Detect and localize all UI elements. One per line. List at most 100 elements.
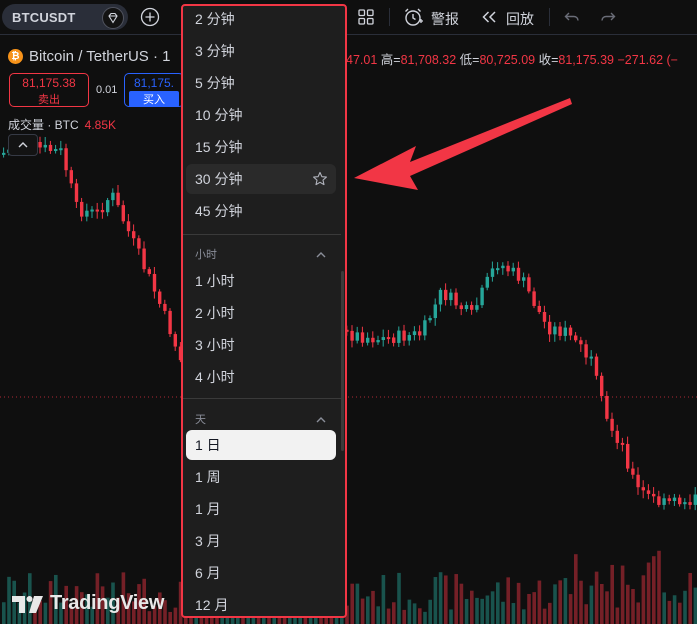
volume-bar xyxy=(631,588,635,624)
interval-option[interactable]: 1 月 xyxy=(186,494,336,524)
add-symbol-icon[interactable] xyxy=(139,6,161,28)
candle-body xyxy=(152,273,157,292)
volume-bar xyxy=(652,556,656,624)
diamond-icon[interactable] xyxy=(102,7,124,29)
volume-bar xyxy=(386,608,391,624)
star-favorite-icon[interactable] xyxy=(312,171,328,190)
candle-body xyxy=(646,490,651,494)
interval-option[interactable]: 2 小时 xyxy=(186,298,336,328)
candle-body xyxy=(111,192,115,201)
alert-button[interactable]: 警报 xyxy=(431,9,459,29)
undo-icon[interactable] xyxy=(562,8,582,26)
interval-option[interactable]: 1 小时 xyxy=(186,266,336,296)
volume-bar xyxy=(563,578,568,624)
chevron-up-icon[interactable] xyxy=(315,412,327,427)
open-value: 47.01 xyxy=(346,53,378,67)
volume-bar xyxy=(662,592,666,624)
interval-option[interactable]: 3 分钟 xyxy=(186,36,336,66)
interval-option-label: 12 月 xyxy=(195,597,229,613)
candle-body xyxy=(95,209,99,212)
interval-option-label: 1 小时 xyxy=(195,273,235,289)
candle-body xyxy=(522,277,526,281)
candle-body xyxy=(553,326,557,335)
chevron-up-icon[interactable] xyxy=(315,247,327,262)
sell-price: 81,175.38 xyxy=(22,76,76,90)
toolbar-divider xyxy=(389,8,390,26)
interval-option-label: 10 分钟 xyxy=(195,107,243,123)
candle-body xyxy=(449,292,453,301)
candle-body xyxy=(490,268,495,277)
candle-body xyxy=(678,497,682,505)
interval-option[interactable]: 2 分钟 xyxy=(186,6,336,34)
candle-body xyxy=(610,418,614,431)
candle-body xyxy=(615,430,619,443)
low-value: 80,725.09 xyxy=(479,53,536,67)
alarm-clock-icon[interactable] xyxy=(401,5,425,29)
volume-bar xyxy=(688,572,692,624)
toolbar-divider xyxy=(549,8,550,26)
volume-bar xyxy=(646,562,651,624)
candle-body xyxy=(116,192,120,206)
sell-button[interactable]: 81,175.38 卖出 xyxy=(9,73,89,107)
dropdown-scrollbar[interactable] xyxy=(341,271,344,451)
interval-option[interactable]: 6 月 xyxy=(186,558,336,588)
candle-body xyxy=(657,496,661,505)
high-value: 81,708.32 xyxy=(400,53,457,67)
layout-grid-icon[interactable] xyxy=(356,7,376,27)
high-label: 高= xyxy=(380,53,401,67)
replay-button[interactable]: 回放 xyxy=(506,9,534,29)
candle-body xyxy=(48,144,53,151)
candle-body xyxy=(485,276,489,288)
sell-label: 卖出 xyxy=(38,94,60,106)
candle-body xyxy=(355,332,359,341)
pair-title[interactable]: Bitcoin / TetherUS · 1 xyxy=(29,48,170,65)
candle-body xyxy=(652,493,656,497)
candle-body xyxy=(376,340,380,343)
volume-bar xyxy=(173,607,178,624)
annotation-arrow xyxy=(354,98,572,190)
interval-option-label: 15 分钟 xyxy=(195,139,243,155)
volume-bar xyxy=(693,587,697,624)
buy-button[interactable]: 81,175. 买入 xyxy=(124,73,184,107)
interval-option[interactable]: 1 周 xyxy=(186,462,336,492)
symbol-search-button[interactable]: BTCUSDT xyxy=(2,4,128,30)
tradingview-logo: TradingView xyxy=(12,592,164,615)
interval-option[interactable]: 4 小时 xyxy=(186,362,336,392)
candle-body xyxy=(163,303,167,311)
volume-bar xyxy=(501,601,505,624)
candle-body xyxy=(80,201,84,217)
volume-bar xyxy=(397,572,401,624)
interval-option[interactable]: 5 分钟 xyxy=(186,68,336,98)
interval-option[interactable]: 15 分钟 xyxy=(186,132,336,162)
candle-body xyxy=(132,231,136,239)
candle-body xyxy=(371,337,375,343)
collapse-legend-button[interactable] xyxy=(8,134,38,156)
interval-option[interactable]: 12 月 xyxy=(186,590,336,616)
volume-bar xyxy=(667,600,672,624)
interval-option[interactable]: 3 月 xyxy=(186,526,336,556)
interval-option[interactable]: 1 日 xyxy=(186,430,336,460)
menu-divider xyxy=(183,398,341,399)
interval-option-label: 3 分钟 xyxy=(195,43,235,59)
candle-body xyxy=(626,443,630,469)
volume-bar xyxy=(485,595,490,624)
candle-body xyxy=(631,468,635,475)
interval-option[interactable]: 10 分钟 xyxy=(186,100,336,130)
candle-body xyxy=(137,238,141,249)
volume-label: 成交量 · BTC xyxy=(8,118,79,132)
candle-body xyxy=(412,331,417,336)
volume-bar xyxy=(350,583,354,624)
candle-body xyxy=(402,330,406,341)
candle-body xyxy=(418,331,422,336)
rewind-icon[interactable] xyxy=(479,8,499,26)
candle-body xyxy=(433,304,437,319)
interval-option[interactable]: 30 分钟 xyxy=(186,164,336,194)
redo-icon[interactable] xyxy=(598,8,618,26)
volume-bar xyxy=(636,602,640,624)
interval-option-label: 3 月 xyxy=(195,533,221,549)
interval-option[interactable]: 45 分钟 xyxy=(186,196,336,226)
volume-bar xyxy=(626,584,630,624)
volume-bar xyxy=(522,609,526,624)
volume-bar xyxy=(496,582,500,624)
interval-option[interactable]: 3 小时 xyxy=(186,330,336,360)
